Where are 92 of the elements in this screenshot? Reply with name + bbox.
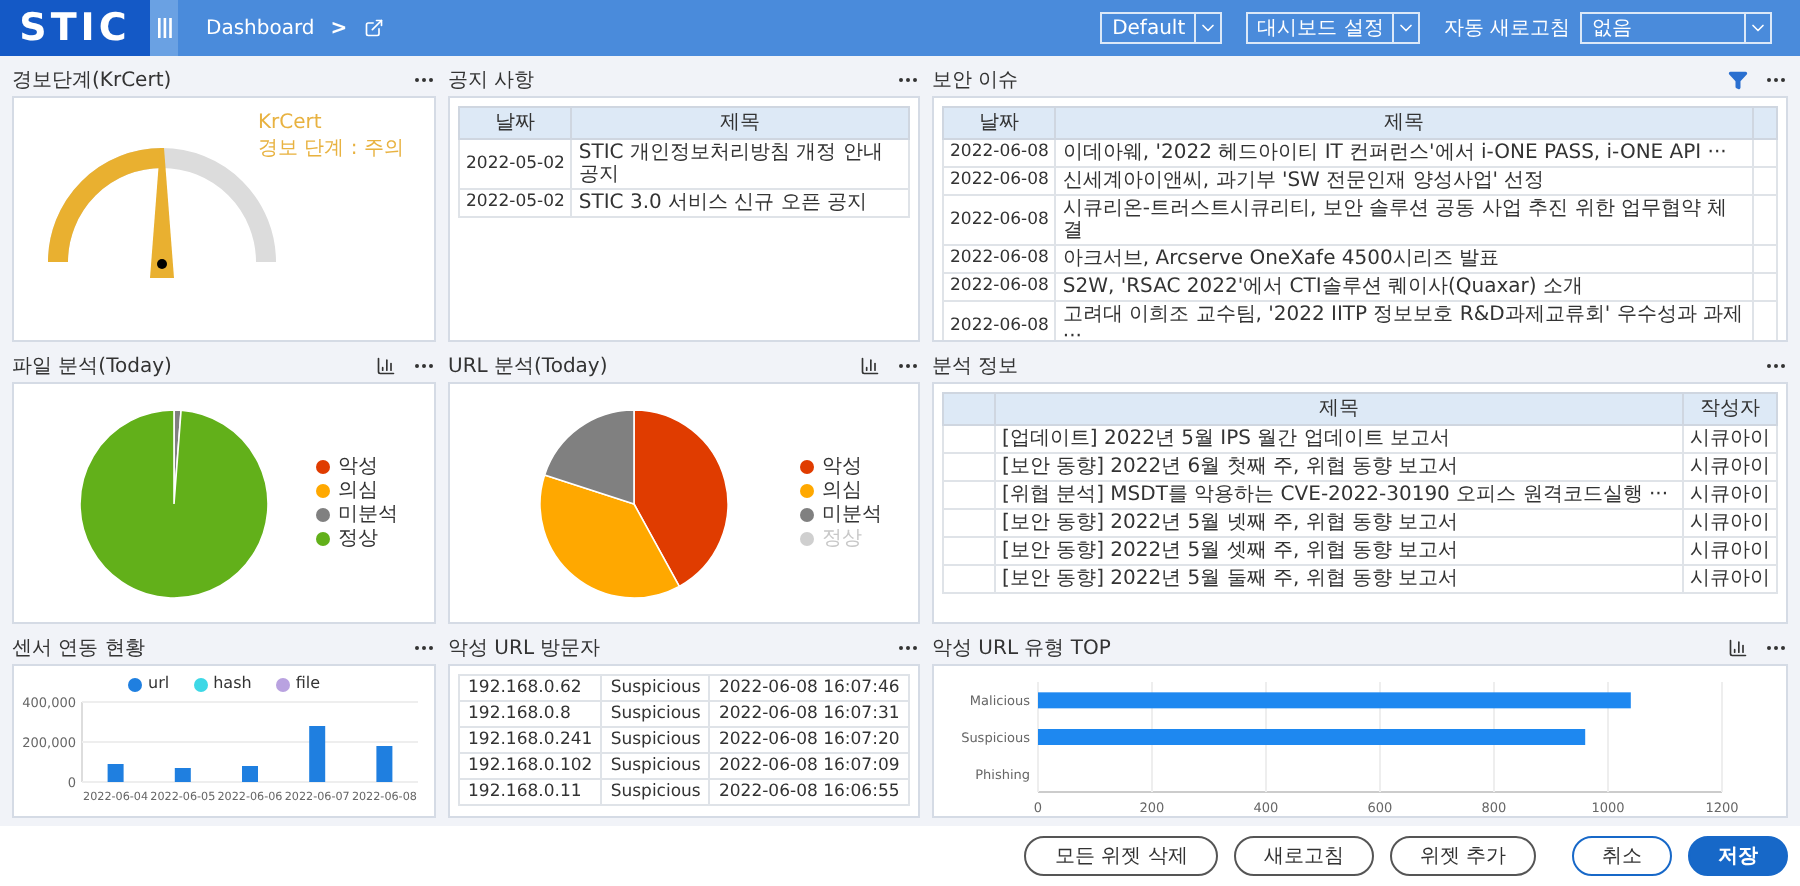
bar — [174, 768, 191, 782]
table-cell: 192.168.0.11 — [459, 779, 602, 805]
column-header[interactable]: 날짜 — [459, 107, 572, 139]
table-cell: Suspicious — [601, 753, 710, 779]
table-cell: 시큐아이 — [1683, 509, 1777, 537]
table-cell: 2022-06-08 16:06:55 — [709, 779, 909, 805]
table-cell: S2W, 'RSAC 2022'에서 CTI솔루션 퀘이사(Quaxar) 소개 — [1055, 273, 1753, 301]
table-cell: 시큐리온-트러스트시큐리티, 보안 솔루션 공동 사업 추진 위한 업무협약 체결 — [1055, 195, 1753, 245]
gauge-source: KrCert — [258, 110, 324, 136]
table-cell: Suspicious — [601, 779, 710, 805]
table-cell: 192.168.0.62 — [459, 675, 602, 701]
panel-title: URL 분석(Today) — [448, 354, 610, 380]
table-cell: [위협 분석] MSDT를 악용하는 CVE-2022-30190 오피스 원격코드실행 ··· — [995, 481, 1683, 509]
legend-item[interactable]: url — [128, 674, 170, 694]
panel-title: 센서 연동 현황 — [12, 636, 147, 662]
bar-chart-icon[interactable] — [376, 356, 396, 376]
table-cell: STIC 개인정보처리방침 개정 안내 공지 — [571, 139, 909, 189]
table-cell: 시큐아이 — [1683, 453, 1777, 481]
table-cell: 시큐아이 — [1683, 565, 1777, 593]
table-cell: [업데이트] 2022년 5월 IPS 월간 업데이트 보고서 — [995, 425, 1683, 453]
table-cell: 192.168.0.102 — [459, 753, 602, 779]
table-cell: 2022-05-02 — [459, 189, 572, 217]
legend-label[interactable]: 미분석 — [338, 504, 398, 526]
table-cell: 2022-06-08 16:07:31 — [709, 701, 909, 727]
table-cell: Suspicious — [601, 701, 710, 727]
panel-title: 분석 정보 — [932, 354, 1021, 380]
settings-menu[interactable]: 대시보드 설정 — [1245, 12, 1420, 44]
panel-title: 공지 사항 — [448, 68, 537, 94]
bar-chart-icon[interactable] — [860, 356, 880, 376]
column-header[interactable]: 제목 — [995, 393, 1683, 425]
table-cell: 2022-06-08 — [943, 167, 1056, 195]
table-cell: [보안 동향] 2022년 5월 넷째 주, 위협 동향 보고서 — [995, 509, 1683, 537]
table-cell: 시큐아이 — [1683, 481, 1777, 509]
column-header[interactable]: 작성자 — [1683, 393, 1777, 425]
alert-status: 경보 단계 : 주의 — [258, 136, 404, 162]
legend-label[interactable]: 정상 — [338, 528, 378, 550]
table-cell: [보안 동향] 2022년 6월 첫째 주, 위협 동향 보고서 — [995, 453, 1683, 481]
logo[interactable]: STIC — [0, 0, 150, 56]
column-header[interactable]: 제목 — [1055, 107, 1753, 139]
external-link-icon[interactable] — [363, 18, 384, 38]
table-cell: 신세계아이앤씨, 과기부 'SW 전문인재 양성사업' 선정 — [1055, 167, 1753, 195]
table-cell: 2022-06-08 16:07:09 — [709, 753, 909, 779]
panel-title: 악성 URL 방문자 — [448, 636, 603, 662]
dashboard-select[interactable]: Default — [1100, 12, 1222, 44]
panel-title: 악성 URL 유형 TOP — [932, 636, 1113, 662]
legend-item[interactable]: hash — [193, 674, 252, 694]
table-cell: 192.168.0.8 — [459, 701, 602, 727]
cancel-button[interactable]: 취소 — [1572, 836, 1672, 876]
menu-icon[interactable] — [157, 18, 171, 38]
table-cell: 2022-06-08 — [943, 245, 1056, 273]
legend-label[interactable]: 의심 — [822, 480, 862, 502]
legend-item[interactable]: file — [275, 674, 320, 694]
breadcrumb[interactable]: Dashboard — [206, 17, 315, 39]
legend-label[interactable]: 의심 — [338, 480, 378, 502]
table-cell: [보안 동향] 2022년 5월 셋째 주, 위협 동향 보고서 — [995, 537, 1683, 565]
column-header[interactable]: 날짜 — [943, 107, 1056, 139]
widget-button[interactable]: 모든 위젯 삭제 — [1024, 836, 1218, 876]
widget-button[interactable]: 위젯 추가 — [1389, 836, 1536, 876]
filter-icon[interactable] — [1728, 70, 1748, 90]
bar — [242, 766, 258, 782]
auto-refresh-select[interactable]: 없음 — [1580, 12, 1772, 44]
table-cell: 2022-06-08 — [943, 273, 1056, 301]
legend-label[interactable]: 악성 — [822, 456, 862, 478]
table-cell: 시큐아이 — [1683, 537, 1777, 565]
table-cell: 이데아웨, '2022 헤드아이티 IT 컨퍼런스'에서 i-ONE PASS, i-ONE API ··· — [1055, 139, 1753, 167]
table-cell: 2022-06-08 — [943, 195, 1056, 245]
table-cell: 2022-06-08 — [943, 139, 1056, 167]
table-cell: [보안 동향] 2022년 5월 둘째 주, 위협 동향 보고서 — [995, 565, 1683, 593]
table-cell: 2022-06-08 — [943, 301, 1056, 340]
table-cell: Suspicious — [601, 727, 710, 753]
table-cell: STIC 3.0 서비스 신규 오픈 공지 — [571, 189, 909, 217]
legend-label[interactable]: 악성 — [338, 456, 378, 478]
bar — [107, 764, 124, 782]
panel-title: 파일 분석(Today) — [12, 354, 174, 380]
widget-button[interactable]: 새로고침 — [1233, 836, 1374, 876]
table-cell: Suspicious — [601, 675, 710, 701]
table-cell: 2022-05-02 — [459, 139, 572, 189]
breadcrumb-separator: > — [330, 17, 348, 39]
legend-label[interactable]: 미분석 — [822, 504, 882, 526]
column-header[interactable]: 제목 — [571, 107, 909, 139]
table-cell: 2022-06-08 16:07:46 — [709, 675, 909, 701]
bar — [376, 746, 393, 782]
auto-refresh-label: 자동 새로고침 — [1443, 16, 1570, 42]
bar-chart-icon[interactable] — [1728, 638, 1748, 658]
bar — [309, 726, 326, 782]
table-cell: 아크서브, Arcserve OneXafe 4500시리즈 발표 — [1055, 245, 1753, 273]
table-cell: 192.168.0.241 — [459, 727, 602, 753]
panel-title: 보안 이슈 — [932, 68, 1021, 94]
panel-title: 경보단계(KrCert) — [12, 68, 174, 94]
save-button[interactable]: 저장 — [1688, 836, 1788, 876]
table-cell: 2022-06-08 16:07:20 — [709, 727, 909, 753]
table-cell: 시큐아이 — [1683, 425, 1777, 453]
